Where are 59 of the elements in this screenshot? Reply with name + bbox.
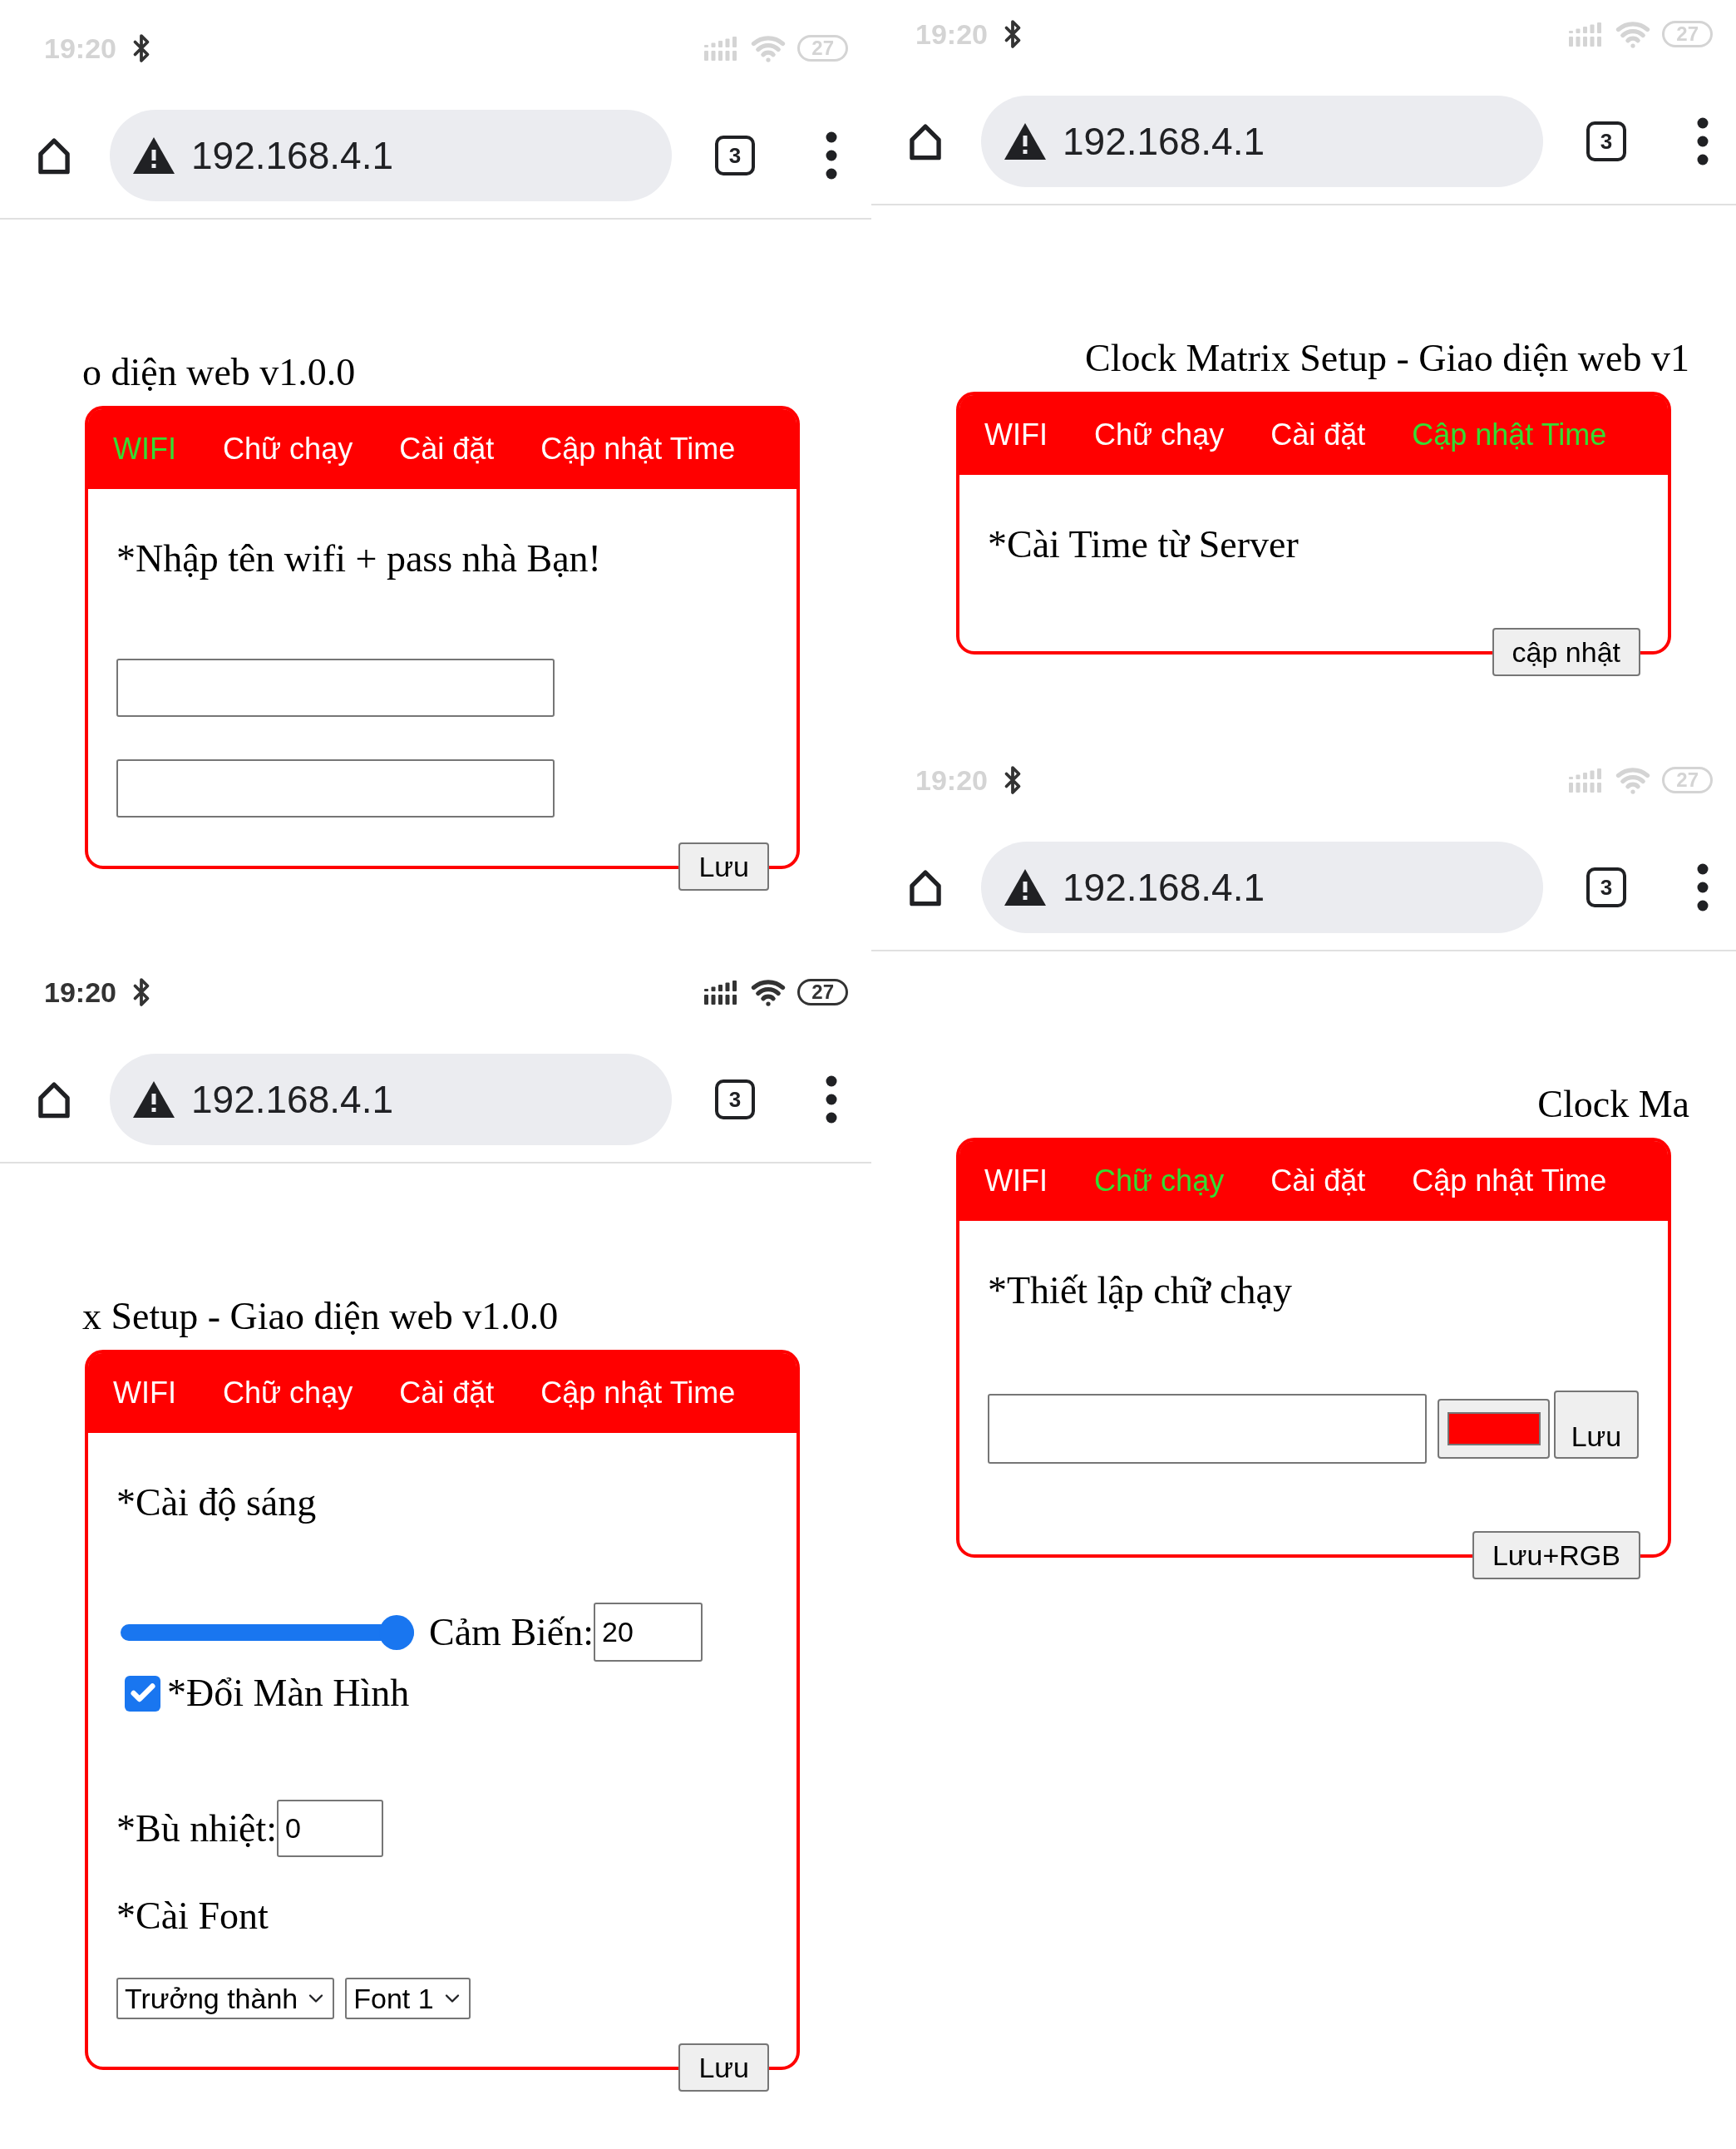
dropdown[interactable]: Trưởng thành	[116, 1978, 335, 2019]
tab[interactable]: Cập nhật Time	[517, 427, 759, 472]
input-field[interactable]	[988, 1394, 1427, 1464]
tab-switcher-button[interactable]: 3	[715, 136, 755, 175]
tab-switcher-button[interactable]: 3	[715, 1079, 755, 1119]
save-button[interactable]: Lưu	[1554, 1391, 1639, 1459]
color-picker[interactable]	[1438, 1399, 1550, 1459]
save-button[interactable]: Lưu+RGB	[1472, 1531, 1640, 1579]
address-bar[interactable]: 192.168.4.1	[110, 1054, 672, 1145]
tab[interactable]: Cài đặt	[1247, 1158, 1389, 1203]
dropdown[interactable]: Font 1	[345, 1978, 471, 2019]
input-field[interactable]: 20	[594, 1603, 703, 1662]
page-title: o diện web v1.0.0	[82, 350, 357, 395]
more-menu-icon[interactable]	[826, 1075, 837, 1124]
tab[interactable]: Cài đặt	[1247, 413, 1389, 457]
more-menu-icon[interactable]	[1697, 117, 1709, 165]
tab[interactable]: Chữ chạy	[200, 427, 377, 472]
status-time: 19:20	[44, 975, 116, 1010]
tab[interactable]: Chữ chạy	[1071, 413, 1248, 457]
section-heading: *Cài độ sáng	[116, 1480, 317, 1525]
tab[interactable]: WIFI	[961, 1158, 1071, 1203]
tab-switcher-button[interactable]: 3	[1586, 121, 1626, 161]
tab[interactable]: Cài đặt	[376, 1371, 518, 1415]
address-bar[interactable]: 192.168.4.1	[110, 110, 672, 201]
input-field[interactable]	[116, 659, 555, 717]
warning-icon	[1004, 123, 1046, 160]
tab-switcher-button[interactable]: 3	[1586, 867, 1626, 907]
more-menu-icon[interactable]	[1697, 863, 1709, 911]
address-bar[interactable]: 192.168.4.1	[981, 96, 1543, 187]
slider-track[interactable]	[121, 1614, 414, 1650]
page-title: x Setup - Giao diện web v1.0.0	[82, 1294, 560, 1339]
section-heading: *Thiết lập chữ chạy	[988, 1268, 1292, 1313]
tab[interactable]: Cập nhật Time	[1388, 1158, 1630, 1203]
address-bar[interactable]: 192.168.4.1	[981, 842, 1543, 933]
save-button[interactable]: cập nhật	[1492, 628, 1640, 676]
checkbox[interactable]	[125, 1675, 160, 1712]
warning-icon	[133, 1081, 175, 1118]
save-button[interactable]: Lưu	[678, 842, 769, 891]
slider-thumb[interactable]	[379, 1614, 414, 1650]
warning-icon	[133, 137, 175, 174]
more-menu-icon[interactable]	[826, 131, 837, 180]
section-subheading: *Cài Font	[116, 1894, 269, 1939]
page-title: Clock Ma	[1537, 1082, 1689, 1127]
input-field[interactable]: 0	[276, 1800, 383, 1857]
input-field[interactable]	[116, 759, 555, 818]
page-title: Clock Matrix Setup - Giao diện web v1	[1085, 336, 1689, 381]
tab[interactable]: Cập nhật Time	[517, 1371, 759, 1415]
tab[interactable]: WIFI	[90, 1371, 200, 1415]
battery-indicator: 27	[797, 979, 848, 1005]
field-label: *Bù nhiệt:	[116, 1806, 277, 1851]
section-heading: *Nhập tên wifi + pass nhà Bạn!	[116, 536, 601, 581]
warning-icon	[1004, 869, 1046, 906]
section-heading: *Cài Time từ Server	[988, 522, 1299, 567]
save-button[interactable]: Lưu	[678, 2043, 769, 2092]
field-label: Cảm Biến:	[429, 1610, 594, 1655]
tab[interactable]: Cài đặt	[376, 427, 518, 472]
tab[interactable]: Chữ chạy	[200, 1371, 377, 1415]
tab[interactable]: WIFI	[961, 413, 1071, 457]
checkbox-label: *Đổi Màn Hình	[167, 1671, 410, 1716]
